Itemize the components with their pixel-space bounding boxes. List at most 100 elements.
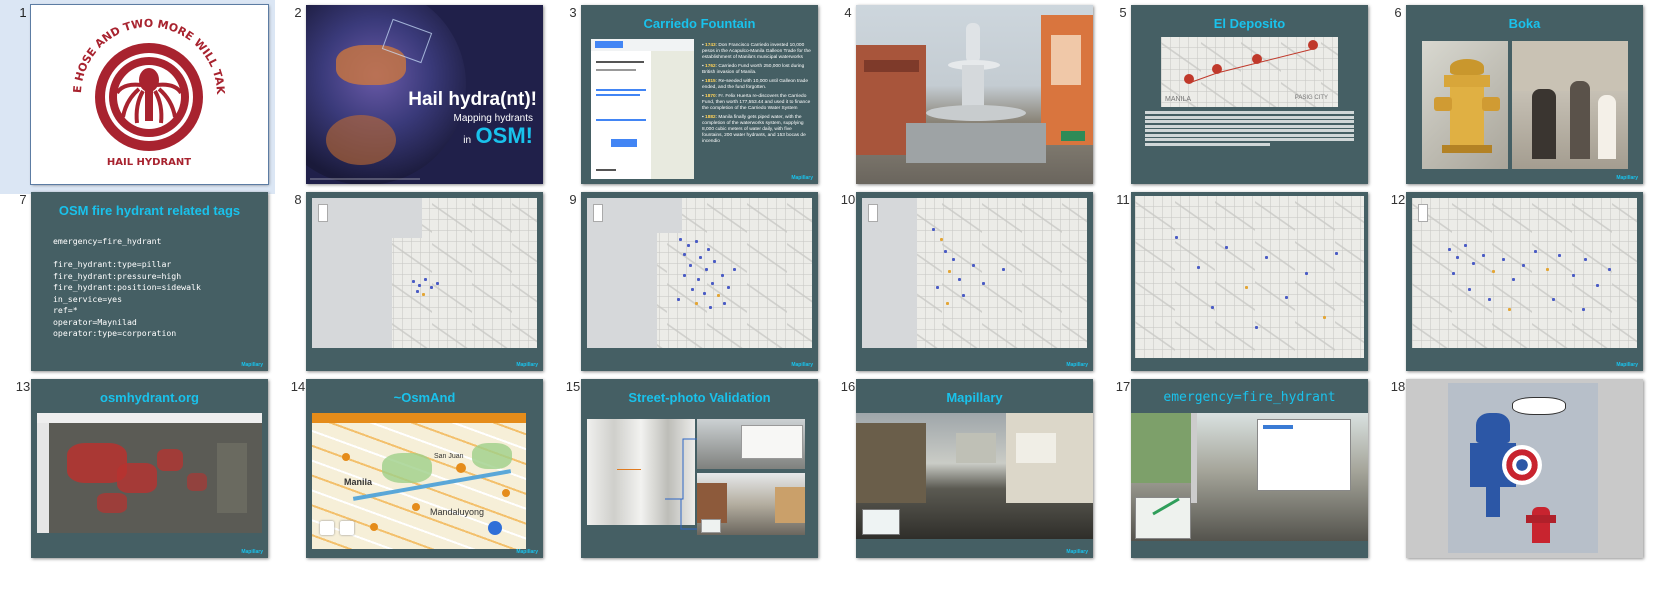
slide-canvas: El Deposito MANILA PASIG CITY bbox=[1131, 5, 1368, 184]
mapillary-street-view bbox=[856, 413, 1093, 539]
slide-thumbnail-11[interactable]: 11 bbox=[1100, 187, 1375, 381]
slide-thumbnail-15[interactable]: 15 Street-photo Validation bbox=[550, 374, 825, 568]
hydrant-map bbox=[1135, 196, 1364, 358]
slide-number: 18 bbox=[1390, 379, 1406, 394]
mapillary-logo: Mapillary bbox=[1066, 549, 1088, 555]
historical-boka-photo bbox=[1512, 41, 1628, 169]
slide-canvas bbox=[1406, 379, 1643, 558]
slide-canvas: Hail hydra(nt)! Mapping hydrants in OSM! bbox=[306, 5, 543, 184]
slide-thumbnail-13[interactable]: 13 osmhydrant.org Mapillary bbox=[0, 374, 275, 568]
mapillary-logo: Mapillary bbox=[516, 362, 538, 368]
footer-line bbox=[310, 178, 420, 180]
street-photo-with-hydrant bbox=[1131, 413, 1368, 541]
description-paragraph bbox=[1145, 111, 1354, 146]
slide-number: 14 bbox=[290, 379, 306, 394]
slide-canvas: Carriedo Fountain ▪ 1743: Don Francisco … bbox=[581, 5, 818, 184]
slide-title: Mapillary bbox=[946, 390, 1003, 405]
slide-thumbnail-9[interactable]: 9 Mapillary bbox=[550, 187, 825, 381]
slide-title: ~OsmAnd bbox=[393, 390, 456, 405]
slide-number: 7 bbox=[19, 192, 27, 207]
mapillary-logo: Mapillary bbox=[791, 362, 813, 368]
slide-canvas: osmhydrant.org Mapillary bbox=[31, 379, 268, 558]
slide-number: 8 bbox=[294, 192, 302, 207]
osm-tags-code: emergency=fire_hydrant fire_hydrant:type… bbox=[53, 236, 201, 338]
hydrant-map bbox=[862, 198, 1087, 348]
slide-canvas: Mapillary Mapillary bbox=[856, 379, 1093, 558]
title-hail-hydrant: Hail hydra(nt)! bbox=[408, 89, 537, 110]
zoom-control bbox=[593, 204, 603, 222]
street-photo-top bbox=[697, 419, 805, 469]
slide-thumbnail-2[interactable]: 2 Hail hydra(nt)! Mapping hydrants in OS… bbox=[275, 0, 550, 194]
hydrant-map bbox=[587, 198, 812, 348]
fountain-photo bbox=[856, 5, 1093, 184]
bullet-item: ▪ 1743: Don Francisco Carriedo invested … bbox=[702, 43, 811, 60]
slide-canvas bbox=[856, 5, 1093, 184]
slide-canvas: emergency=fire_hydrant bbox=[1131, 379, 1368, 558]
navigate-button[interactable] bbox=[488, 521, 502, 535]
slide-title: OSM fire hydrant related tags bbox=[58, 203, 241, 218]
slide-title: Boka bbox=[1508, 16, 1541, 31]
hail-hydrant-text: HAIL HYDRANT bbox=[107, 157, 191, 168]
map-label-san-juan: San Juan bbox=[434, 453, 464, 460]
slide-sorter-grid: 1 CUT OFF ON bbox=[0, 0, 1665, 592]
hail-hydrant-logo: CUT OFF ONE HOSE AND TWO MORE WILL TAKE … bbox=[31, 5, 227, 168]
slide-number: 5 bbox=[1119, 5, 1127, 20]
google-maps-screenshot bbox=[591, 39, 694, 179]
slide-number: 11 bbox=[1116, 192, 1130, 207]
slide-number: 6 bbox=[1394, 5, 1402, 20]
slide-number: 2 bbox=[294, 5, 302, 20]
slide-canvas: Mapillary bbox=[581, 192, 818, 371]
slide-thumbnail-18[interactable]: 18 bbox=[1375, 374, 1650, 568]
slide-number: 13 bbox=[15, 379, 31, 394]
slide-number: 1 bbox=[19, 5, 27, 20]
slide-thumbnail-5[interactable]: 5 El Deposito MANILA PASIG CITY bbox=[1100, 0, 1375, 194]
osmand-app-screenshot: San Juan Manila Mandaluyong bbox=[312, 413, 526, 549]
slide-thumbnail-16[interactable]: 16 Mapillary Mapillary bbox=[825, 374, 1100, 568]
location-button[interactable] bbox=[340, 521, 354, 535]
slide-title: emergency=fire_hydrant bbox=[1163, 390, 1336, 405]
slide-number: 9 bbox=[569, 192, 577, 207]
slide-title: osmhydrant.org bbox=[100, 390, 199, 405]
bullet-item: ▪ 1762: Carriedo Fund worth 250,000 lost… bbox=[702, 64, 805, 75]
zoom-control bbox=[318, 204, 328, 222]
slide-thumbnail-10[interactable]: 10 Mapillary bbox=[825, 187, 1100, 381]
slide-thumbnail-8[interactable]: 8 Mapillary bbox=[275, 187, 550, 381]
slide-thumbnail-12[interactable]: 12 Mapillary bbox=[1375, 187, 1650, 381]
subtitle-osm: in OSM! bbox=[463, 123, 533, 148]
bullet-item: ▪ 1815: Re-seeded with 10,000 until Gall… bbox=[702, 79, 808, 90]
hydrant-map bbox=[312, 198, 537, 348]
slide-thumbnail-4[interactable]: 4 bbox=[825, 0, 1100, 194]
slide-canvas: OSM fire hydrant related tags emergency=… bbox=[31, 192, 268, 371]
slide-thumbnail-17[interactable]: 17 emergency=fire_hydrant bbox=[1100, 374, 1375, 568]
slide-canvas: Mapillary bbox=[856, 192, 1093, 371]
yellow-hydrant-photo bbox=[1422, 41, 1508, 169]
mapillary-logo: Mapillary bbox=[1066, 362, 1088, 368]
slide-thumbnail-3[interactable]: 3 Carriedo Fountain ▪ 1743: Don Francisc… bbox=[550, 0, 825, 194]
slide-number: 16 bbox=[840, 379, 856, 394]
mapillary-logo: Mapillary bbox=[241, 549, 263, 555]
slide-number: 15 bbox=[565, 379, 581, 394]
slide-number: 17 bbox=[1115, 379, 1131, 394]
slide-number: 10 bbox=[840, 192, 856, 207]
zoom-out-button[interactable] bbox=[320, 521, 334, 535]
slide-thumbnail-1[interactable]: 1 CUT OFF ON bbox=[0, 0, 275, 194]
slide-thumbnail-14[interactable]: 14 ~OsmAnd San Juan Manila Mandaluyong M… bbox=[275, 374, 550, 568]
history-bullets: ▪ 1743: Don Francisco Carriedo invested … bbox=[702, 43, 812, 148]
slide-canvas: Mapillary bbox=[1406, 192, 1643, 371]
osmhydrant-website-screenshot bbox=[37, 413, 262, 533]
deposito-route-map: MANILA PASIG CITY bbox=[1161, 37, 1338, 107]
slide-title: El Deposito bbox=[1213, 16, 1286, 31]
street-photo-bottom bbox=[697, 473, 805, 535]
zoom-control bbox=[868, 204, 878, 222]
mapillary-logo: Mapillary bbox=[1616, 362, 1638, 368]
map-label-pasig: PASIG CITY bbox=[1294, 95, 1328, 101]
slide-thumbnail-6[interactable]: 6 Boka Mapillary bbox=[1375, 0, 1650, 194]
slide-thumbnail-7[interactable]: 7 OSM fire hydrant related tags emergenc… bbox=[0, 187, 275, 381]
map-label-mandaluyong: Mandaluyong bbox=[430, 507, 485, 517]
slide-canvas bbox=[1131, 192, 1368, 371]
slide-number: 4 bbox=[844, 5, 852, 20]
zoom-control bbox=[1418, 204, 1428, 222]
captain-america-hydrant-image bbox=[1448, 383, 1598, 553]
slide-canvas: Street-photo Validation bbox=[581, 379, 818, 558]
bullet-item: ▪ 1882: Manila finally gets piped water,… bbox=[702, 115, 806, 144]
